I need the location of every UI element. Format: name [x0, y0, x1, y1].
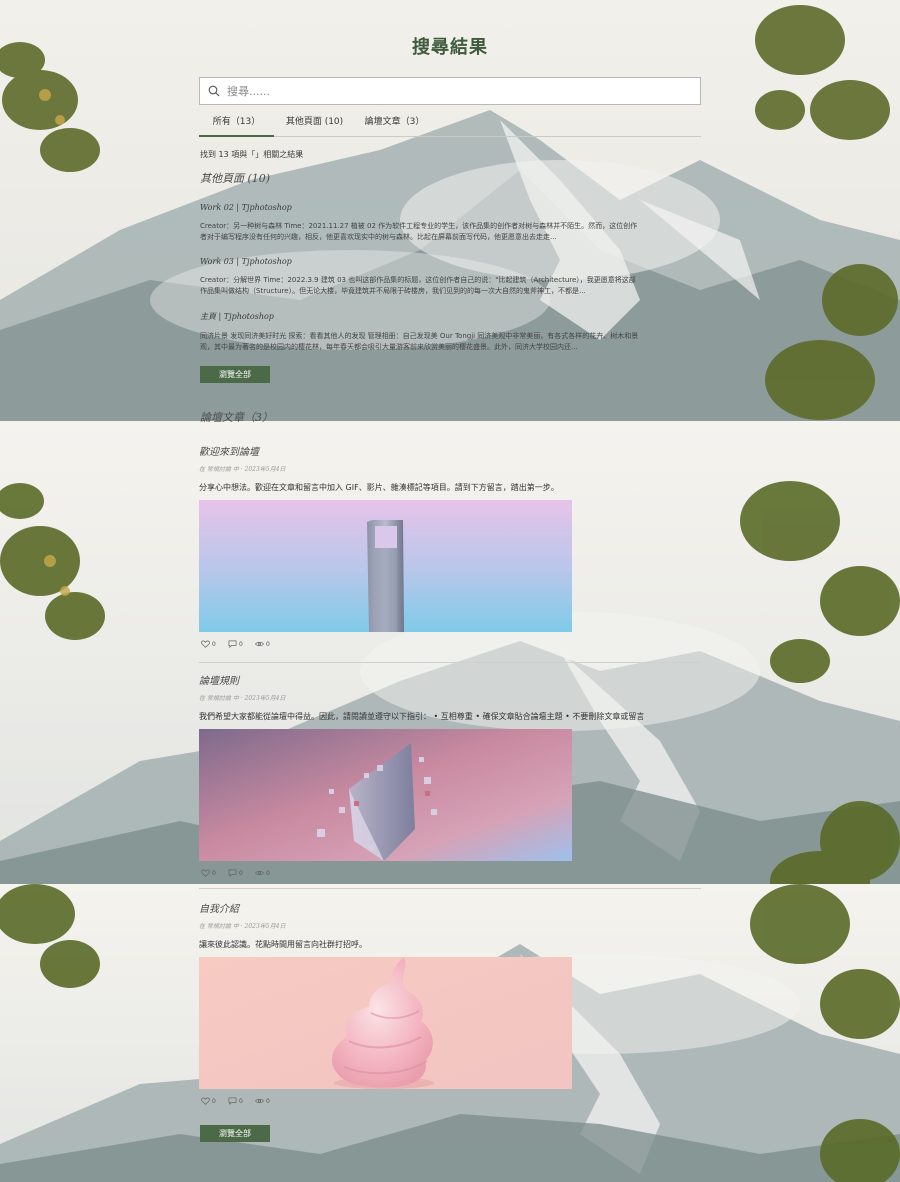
comment-icon	[228, 869, 237, 877]
post-divider	[199, 662, 701, 663]
post-divider	[199, 888, 701, 889]
comment-icon	[228, 640, 237, 648]
forum-post-card: 自我介紹 在 常規討論 中 · 2023年5月4日 讓來彼此認識。花點時間用留言…	[199, 900, 701, 1107]
post-stats: 0 0 0	[199, 1097, 701, 1107]
page-result-title[interactable]: Work 03 | Tjphotoshop	[200, 257, 640, 266]
comment-icon	[228, 1097, 237, 1105]
post-title[interactable]: 論壇規則	[199, 672, 701, 687]
heart-icon	[201, 1097, 210, 1105]
search-icon	[208, 85, 220, 97]
view-count: 0	[255, 869, 270, 877]
comment-count[interactable]: 0	[228, 640, 243, 648]
view-count-value: 0	[266, 1097, 270, 1105]
section-heading-forum-posts: 論壇文章（3）	[200, 411, 273, 424]
tab-all[interactable]: 所有（13）	[199, 110, 274, 137]
eye-icon	[255, 1098, 264, 1104]
tower-building-image[interactable]	[199, 500, 572, 632]
post-excerpt: 讓來彼此認識。花點時間用留言向社群打招呼。	[199, 940, 367, 949]
post-meta: 在 常規討論 中 · 2023年5月4日	[199, 923, 286, 930]
search-bar[interactable]	[199, 77, 701, 105]
page-result-item[interactable]: Work 03 | Tjphotoshop Creator：分解世界 Time：…	[200, 257, 640, 296]
page-result-snippet: 同济片景 发现同济美好时光 探索：看看其他人的发现 管理相册：自己发现美 Our…	[200, 332, 639, 351]
post-title[interactable]: 歡迎來到論壇	[199, 443, 701, 458]
comment-count[interactable]: 0	[228, 869, 243, 877]
search-results-page: 搜尋結果 所有（13） 其他頁面 (10) 論壇文章（3） 找到 13 項與「」…	[0, 0, 900, 1182]
page-result-title[interactable]: 主頁 | Tjphotoshop	[200, 311, 640, 322]
page-result-title[interactable]: Work 02 | Tjphotoshop	[200, 203, 640, 212]
tab-forum-posts[interactable]: 論壇文章（3）	[357, 110, 432, 137]
page-result-item[interactable]: 主頁 | Tjphotoshop 同济片景 发现同济美好时光 探索：看看其他人的…	[200, 311, 640, 352]
view-count-value: 0	[266, 640, 270, 648]
view-count-value: 0	[266, 869, 270, 877]
page-result-snippet: Creator：另一种树与森林 Time：2021.11.27 植被 02 作为…	[200, 222, 638, 241]
like-count[interactable]: 0	[201, 640, 216, 648]
eye-icon	[255, 870, 264, 876]
heart-icon	[201, 869, 210, 877]
forum-post-card: 論壇規則 在 常規討論 中 · 2023年5月4日 我們希望大家都能從論壇中得益…	[199, 672, 701, 879]
heart-icon	[201, 640, 210, 648]
result-tabs: 所有（13） 其他頁面 (10) 論壇文章（3）	[199, 110, 701, 137]
view-all-posts-button[interactable]: 瀏覽全部	[200, 1125, 270, 1142]
page-title: 搜尋結果	[412, 37, 488, 58]
results-count: 找到 13 項與「」相關之結果	[200, 150, 304, 159]
post-meta: 在 常規討論 中 · 2023年5月4日	[199, 466, 286, 473]
like-count-value: 0	[212, 869, 216, 877]
search-input[interactable]	[227, 84, 667, 98]
geometric-prism-image[interactable]	[199, 729, 572, 861]
forum-post-card: 歡迎來到論壇 在 常規討論 中 · 2023年5月4日 分享心中想法。歡迎在文章…	[199, 443, 701, 650]
post-title[interactable]: 自我介紹	[199, 900, 701, 915]
post-stats: 0 0 0	[199, 640, 701, 650]
like-count[interactable]: 0	[201, 869, 216, 877]
view-count: 0	[255, 1097, 270, 1105]
comment-count-value: 0	[239, 869, 243, 877]
section-heading-other-pages: 其他頁面 (10)	[200, 172, 271, 185]
post-meta: 在 常規討論 中 · 2023年5月4日	[199, 695, 286, 702]
soft-serve-image[interactable]	[199, 957, 572, 1089]
like-count-value: 0	[212, 640, 216, 648]
eye-icon	[255, 641, 264, 647]
page-result-item[interactable]: Work 02 | Tjphotoshop Creator：另一种树与森林 Ti…	[200, 203, 640, 242]
like-count-value: 0	[212, 1097, 216, 1105]
comment-count[interactable]: 0	[228, 1097, 243, 1105]
like-count[interactable]: 0	[201, 1097, 216, 1105]
view-all-pages-button[interactable]: 瀏覽全部	[200, 366, 270, 383]
post-excerpt: 分享心中想法。歡迎在文章和留言中加入 GIF、影片、雜湊標記等項目。請到下方留言…	[199, 483, 559, 492]
post-excerpt: 我們希望大家都能從論壇中得益。因此，請閱讀並遵守以下指引： • 互相尊重 • 確…	[199, 712, 645, 721]
page-result-snippet: Creator：分解世界 Time：2022.3.9 建筑 03 也叫这部作品集…	[200, 276, 636, 295]
view-count: 0	[255, 640, 270, 648]
post-stats: 0 0 0	[199, 869, 701, 879]
tab-other-pages[interactable]: 其他頁面 (10)	[277, 110, 352, 137]
comment-count-value: 0	[239, 1097, 243, 1105]
comment-count-value: 0	[239, 640, 243, 648]
